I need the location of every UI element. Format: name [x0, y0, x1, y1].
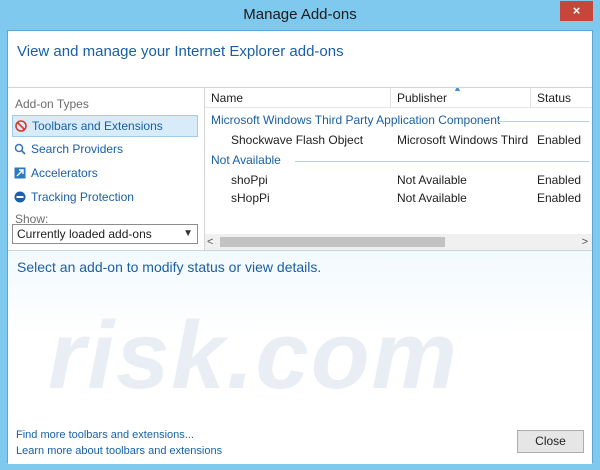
- type-item-label: Search Providers: [31, 142, 124, 156]
- header-text: View and manage your Internet Explorer a…: [17, 43, 344, 60]
- watermark: risk.com: [48, 302, 459, 409]
- cell-publisher: Microsoft Windows Third...: [397, 133, 529, 147]
- learn-more-link[interactable]: Learn more about toolbars and extensions: [16, 445, 222, 457]
- chevron-down-icon: ▼: [183, 228, 193, 239]
- cell-status: Enabled: [537, 191, 582, 205]
- cell-status: Enabled: [537, 173, 582, 187]
- type-item-label: Tracking Protection: [31, 190, 134, 204]
- column-header-name[interactable]: Name: [205, 88, 391, 108]
- show-select-value: Currently loaded add-ons: [17, 227, 152, 241]
- group-header: Not Available: [211, 153, 281, 167]
- client-area: View and manage your Internet Explorer a…: [7, 30, 593, 464]
- cell-name: sHopPi: [231, 191, 270, 205]
- type-item-search[interactable]: Search Providers: [12, 139, 198, 161]
- cell-status: Enabled: [537, 133, 582, 147]
- title-bar[interactable]: Manage Add-ons ×: [0, 0, 600, 30]
- sort-ascending-icon: ▲: [453, 88, 462, 93]
- details-prompt: Select an add-on to modify status or vie…: [17, 259, 322, 275]
- group-header: Microsoft Windows Third Party Applicatio…: [211, 113, 501, 127]
- horizontal-scrollbar[interactable]: < >: [205, 234, 592, 250]
- cell-publisher: Not Available: [397, 173, 467, 187]
- details-panel: risk.com Select an add-on to modify stat…: [8, 250, 592, 464]
- scrollbar-thumb[interactable]: [220, 237, 445, 247]
- scroll-right-icon[interactable]: >: [582, 234, 588, 250]
- find-more-link[interactable]: Find more toolbars and extensions...: [16, 429, 194, 441]
- type-item-accelerators[interactable]: Accelerators: [12, 163, 198, 185]
- type-item-label: Accelerators: [31, 166, 98, 180]
- accelerators-icon: [14, 167, 26, 179]
- addon-types-label: Add-on Types: [15, 97, 89, 111]
- close-button[interactable]: Close: [517, 430, 584, 453]
- addon-types-panel: Add-on Types Toolbars and Extensions Sea…: [8, 88, 204, 250]
- type-item-tracking[interactable]: Tracking Protection: [12, 187, 198, 209]
- toolbars-icon: [15, 120, 27, 132]
- tracking-protection-icon: [14, 191, 26, 203]
- group-divider: [295, 161, 589, 162]
- type-item-toolbars[interactable]: Toolbars and Extensions: [12, 115, 198, 137]
- cell-name: shoPpi: [231, 173, 268, 187]
- addons-grid: Name Publisher Status ▲ Microsoft Window…: [205, 88, 592, 250]
- cell-name: Shockwave Flash Object: [231, 133, 364, 147]
- show-select[interactable]: Currently loaded add-ons ▼: [12, 224, 198, 244]
- header-panel: View and manage your Internet Explorer a…: [8, 31, 592, 88]
- type-item-label: Toolbars and Extensions: [32, 119, 163, 133]
- window-close-button[interactable]: ×: [560, 1, 593, 21]
- scroll-left-icon[interactable]: <: [207, 234, 213, 250]
- window-title: Manage Add-ons: [243, 6, 357, 23]
- column-header-status[interactable]: Status: [531, 88, 592, 108]
- cell-publisher: Not Available: [397, 191, 467, 205]
- group-divider: [497, 121, 589, 122]
- manage-addons-window: Manage Add-ons × View and manage your In…: [0, 0, 600, 470]
- search-icon: [14, 143, 26, 155]
